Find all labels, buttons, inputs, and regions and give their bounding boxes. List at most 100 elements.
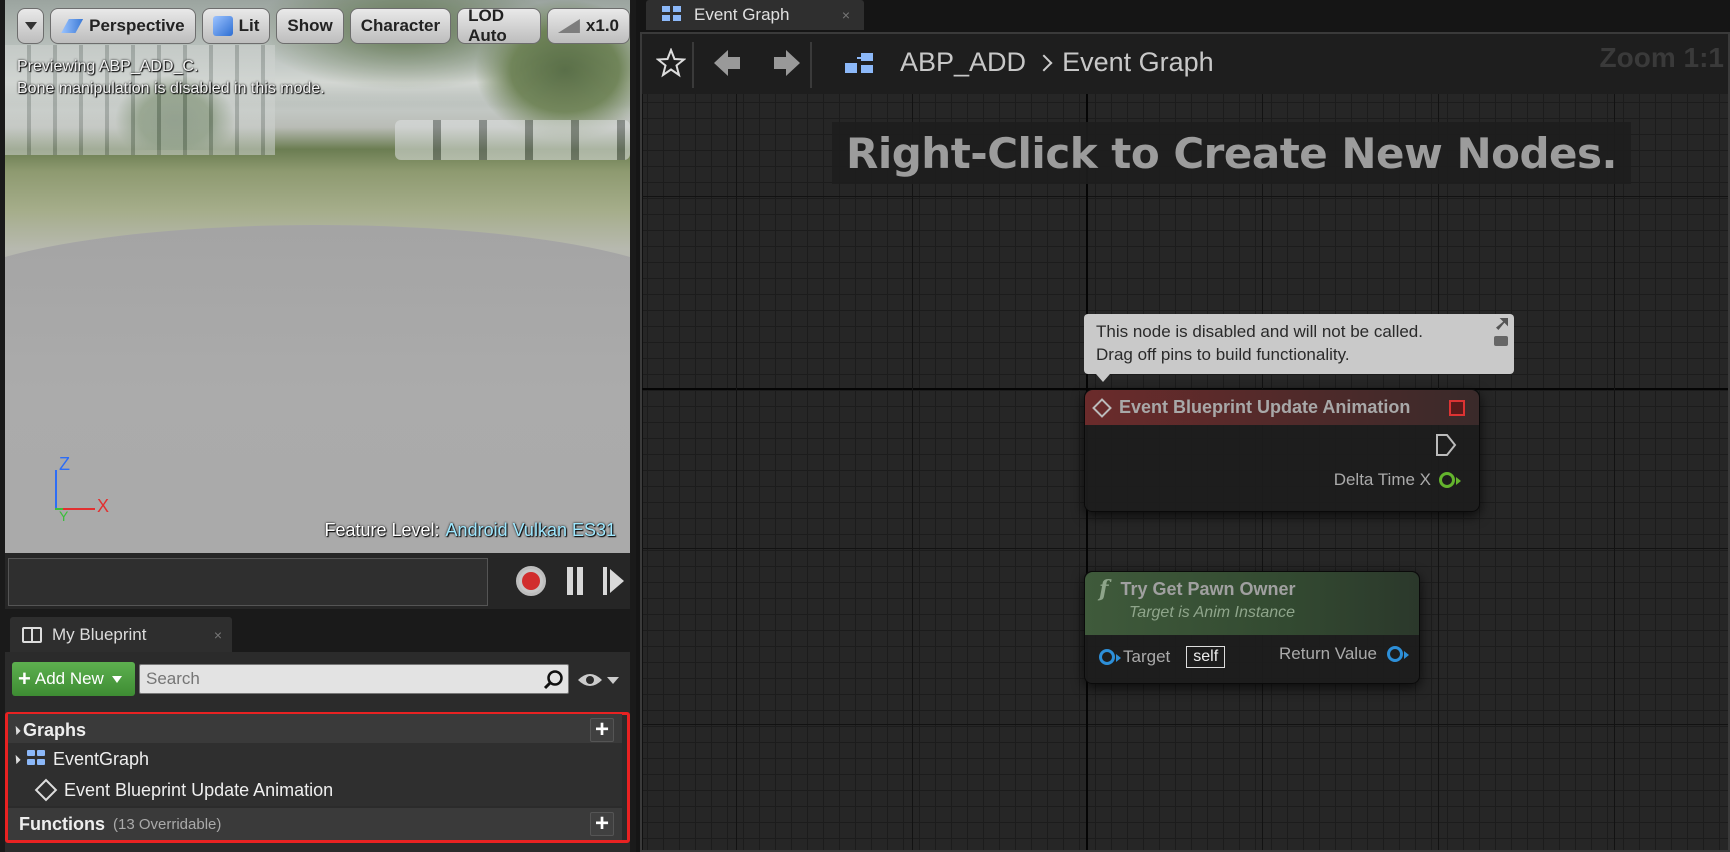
lit-cube-icon [212,16,233,36]
background-cars [395,120,630,160]
star-icon[interactable] [656,48,686,78]
character-button[interactable]: Character [349,8,452,44]
breadcrumb-root[interactable]: ABP_ADD [900,47,1026,78]
grid-line [642,724,1728,725]
close-icon[interactable]: × [214,627,222,643]
pause-button[interactable] [565,567,585,595]
graphs-section-label: Graphs [23,719,87,740]
feature-level-value: Android Vulkan ES31 [445,520,616,540]
grid-line [642,196,1728,197]
event-update-animation-label: Event Blueprint Update Animation [64,779,334,800]
tab-event-graph-label: Event Graph [694,5,790,24]
chevron-right-icon [1035,54,1053,71]
comment-line: Drag off pins to build functionality. [1096,345,1350,364]
graphs-section-header[interactable]: Graphs + [8,714,622,746]
tree-item-eventgraph[interactable]: EventGraph [8,743,622,775]
lit-label: Lit [238,16,260,35]
event-update-animation-node[interactable]: Event Blueprint Update Animation Delta T… [1084,389,1480,512]
graph-icon [845,53,873,73]
preview-status-line: Previewing ABP_ADD_C. [17,58,199,75]
playback-bar [5,553,630,609]
add-function-button[interactable]: + [590,812,614,836]
graph-icon [662,6,681,21]
show-button[interactable]: Show [276,8,344,44]
back-arrow-icon[interactable] [712,48,742,78]
lit-button[interactable]: Lit [201,8,271,44]
graph-canvas[interactable]: ABP_ADD Event Graph Zoom 1:1 Right-Click… [640,32,1730,852]
grid-line [642,548,1728,549]
add-new-label: Add New [34,669,104,688]
try-get-pawn-owner-node[interactable]: f Try Get Pawn Owner Target is Anim Inst… [1084,571,1420,684]
chevron-down-icon [111,675,122,683]
tree-item-event-update-animation[interactable]: Event Blueprint Update Animation [8,774,622,806]
lod-label: LOD Auto [468,6,507,45]
search-input[interactable] [139,664,569,694]
expand-triangle-icon[interactable] [11,725,21,735]
graph-icon [27,750,49,768]
perspective-icon [61,19,84,33]
timeline-scrubber[interactable] [8,558,488,606]
forward-arrow-icon[interactable] [772,48,802,78]
delta-time-pin-row: Delta Time X [1334,470,1461,490]
viewport-toolbar: Perspective Lit Show Character LOD Auto … [17,6,630,46]
node-subtitle: Target is Anim Instance [1129,604,1296,621]
chevron-down-icon [24,22,37,30]
preview-viewport[interactable]: Perspective Lit Show Character LOD Auto … [5,0,630,553]
expand-triangle-icon[interactable] [11,754,21,764]
node-title: Event Blueprint Update Animation [1119,397,1411,417]
return-value-label: Return Value [1279,644,1377,663]
record-button[interactable] [516,566,546,596]
event-diamond-icon [34,778,58,802]
functions-section-label: Functions [19,813,105,834]
object-input-pin[interactable] [1099,649,1121,665]
toolbar-divider [810,42,812,88]
feature-level-readout: Feature Level: Android Vulkan ES31 [324,520,616,541]
search-icon[interactable] [543,669,565,691]
left-panel: Perspective Lit Show Character LOD Auto … [0,0,636,852]
show-label: Show [287,16,333,35]
tab-my-blueprint[interactable]: My Blueprint × [10,617,232,652]
disabled-indicator-icon [1449,400,1465,416]
step-forward-button[interactable] [603,567,627,595]
eventgraph-label: EventGraph [53,748,150,769]
book-icon [22,626,42,643]
speed-icon [557,19,580,33]
tab-event-graph[interactable]: Event Graph × [646,0,864,30]
breadcrumb-current: Event Graph [1062,47,1214,77]
exec-output-pin[interactable] [1435,433,1457,457]
object-output-pin[interactable] [1387,646,1409,662]
toolbar-divider [692,42,694,88]
breadcrumb: ABP_ADD Event Graph [900,47,1214,78]
add-new-button[interactable]: + Add New [12,662,135,696]
disabled-node-comment: This node is disabled and will not be ca… [1084,314,1514,382]
tab-my-blueprint-label: My Blueprint [52,624,147,644]
functions-section-header[interactable]: Functions (13 Overridable) + [8,808,622,840]
lod-button[interactable]: LOD Auto [457,6,541,45]
character-label: Character [360,16,441,35]
close-icon[interactable]: × [842,7,850,23]
float-output-pin[interactable] [1439,472,1461,488]
x-axis-label: X [97,496,110,516]
viewport-options-button[interactable] [17,8,45,44]
my-blueprint-toolbar: + Add New [5,652,630,704]
function-icon: f [1099,576,1109,602]
node-header: f Try Get Pawn Owner Target is Anim Inst… [1085,572,1419,635]
perspective-label: Perspective [89,16,185,35]
view-options-chevron-icon[interactable] [607,677,619,684]
comment-line: This node is disabled and will not be ca… [1096,322,1423,341]
add-graph-button[interactable]: + [590,718,614,742]
y-axis-label: Y [59,508,69,524]
functions-override-count: (13 Overridable) [113,815,222,833]
eye-icon[interactable] [577,672,603,688]
playback-speed-button[interactable]: x1.0 [546,8,630,44]
return-value-pin-row: Return Value [1279,644,1409,664]
comment-bubble-icon[interactable] [1494,336,1508,346]
event-diamond-icon [1092,397,1112,418]
feature-level-label: Feature Level: [324,520,440,540]
grid-line [736,34,737,850]
plus-icon: + [18,666,31,691]
target-label: Target [1123,647,1171,666]
bone-manipulation-notice: Bone manipulation is disabled in this mo… [17,80,325,97]
perspective-button[interactable]: Perspective [50,8,196,44]
z-axis-label: Z [59,454,70,474]
